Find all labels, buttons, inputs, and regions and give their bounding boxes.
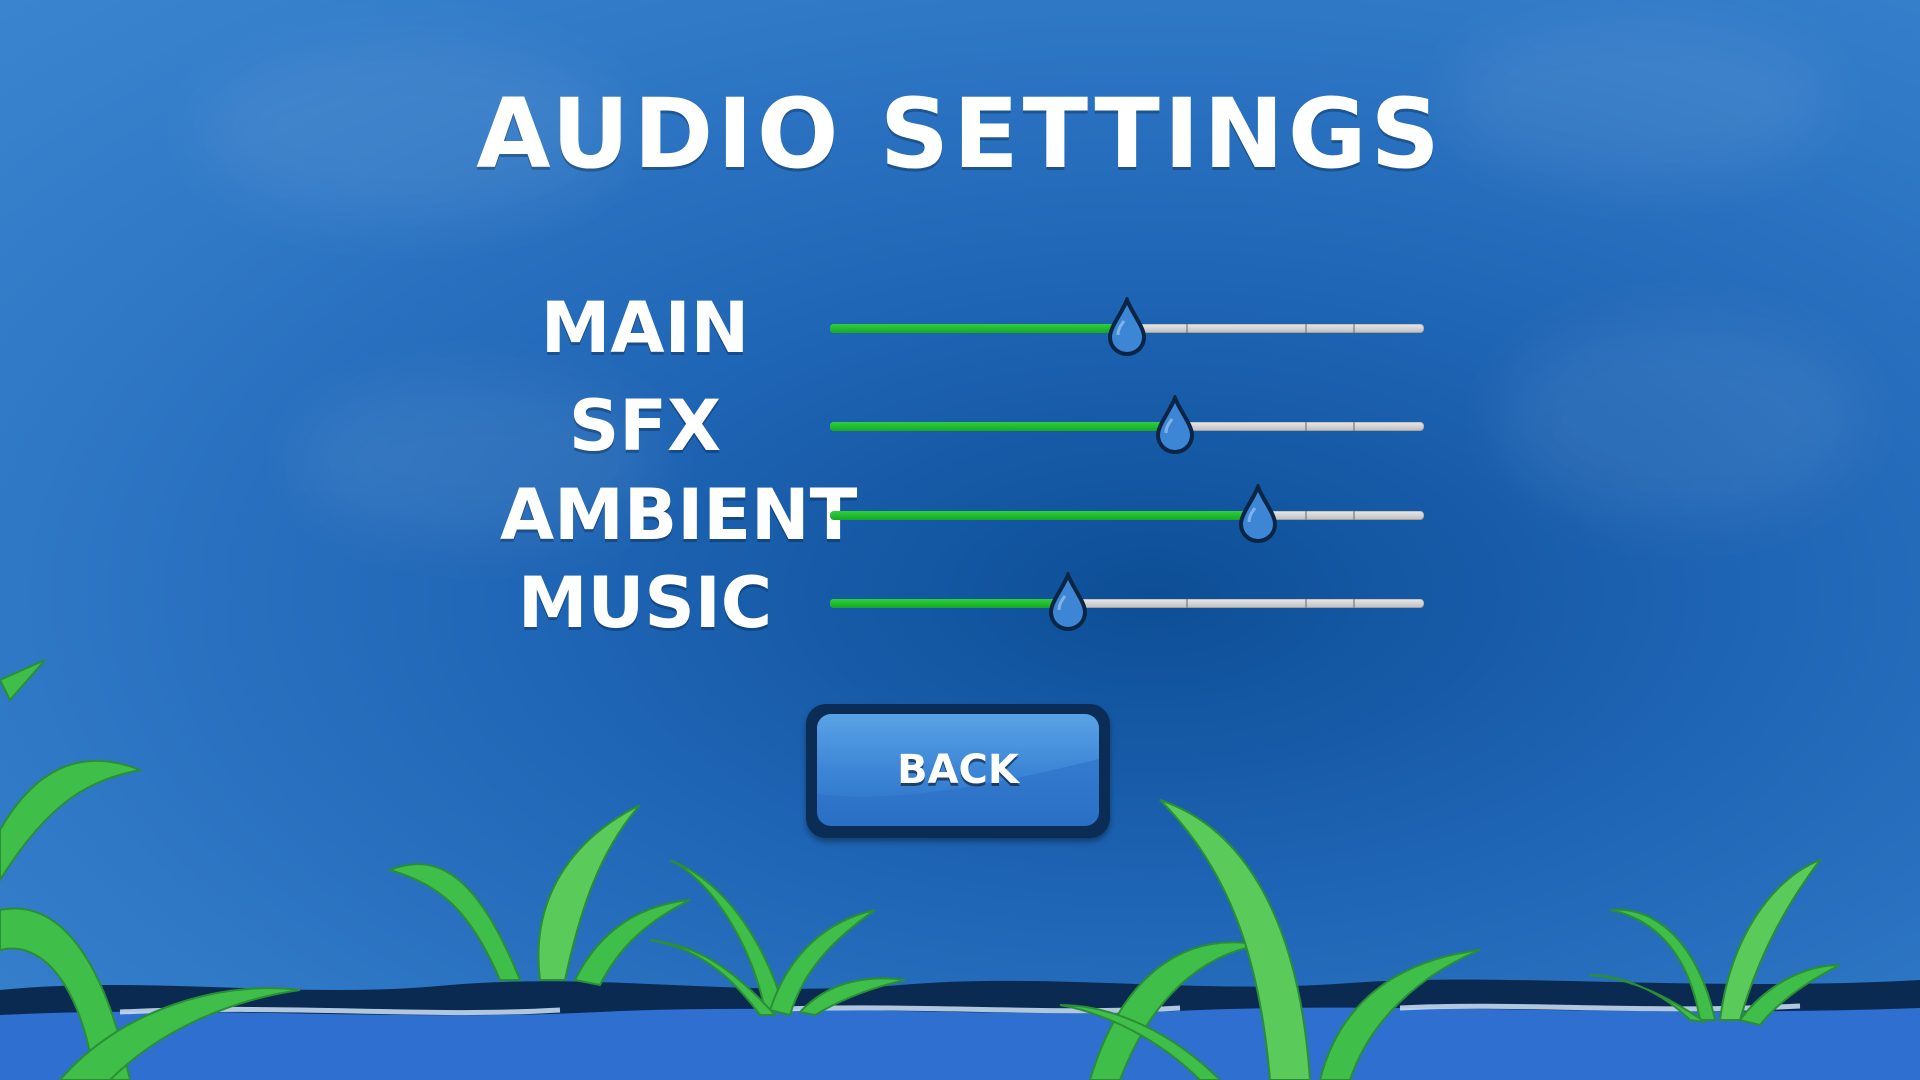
water-drop-handle-icon[interactable]: [1106, 297, 1148, 357]
volume-slider-main[interactable]: [830, 283, 1424, 373]
volume-row-music: MUSIC: [0, 558, 1920, 648]
slider-tick: [1352, 599, 1355, 608]
back-button-label: BACK: [897, 747, 1019, 793]
volume-row-ambient: AMBIENT: [0, 470, 1920, 560]
slider-fill: [830, 422, 1175, 431]
slider-tick: [1305, 511, 1308, 520]
slider-tick: [1352, 511, 1355, 520]
back-button[interactable]: BACK: [806, 704, 1110, 838]
slider-fill: [830, 324, 1127, 333]
volume-label-main: MAIN: [540, 287, 750, 369]
volume-label-ambient: AMBIENT: [500, 474, 858, 556]
slider-tick: [1186, 599, 1189, 608]
page-title: AUDIO SETTINGS: [476, 78, 1444, 190]
slider-tick: [1305, 599, 1308, 608]
slider-fill: [830, 599, 1068, 608]
volume-slider-ambient[interactable]: [830, 470, 1424, 560]
slider-tick: [1186, 324, 1189, 333]
water-drop-handle-icon[interactable]: [1047, 572, 1089, 632]
volume-slider-sfx[interactable]: [830, 381, 1424, 471]
water-drop-handle-icon[interactable]: [1154, 395, 1196, 455]
volume-label-music: MUSIC: [517, 562, 773, 644]
slider-tick: [1352, 422, 1355, 431]
back-button-face: BACK: [817, 714, 1099, 826]
volume-slider-music[interactable]: [830, 558, 1424, 648]
volume-label-sfx: SFX: [568, 385, 722, 467]
volume-row-sfx: SFX: [0, 381, 1920, 471]
water-foreground: [0, 1007, 1920, 1080]
audio-settings-screen: AUDIO SETTINGS MAIN SFX AMBIENT MUSIC BA…: [0, 0, 1920, 1080]
slider-tick: [1305, 324, 1308, 333]
slider-tick: [1305, 422, 1308, 431]
water-drop-handle-icon[interactable]: [1237, 484, 1279, 544]
slider-fill: [830, 511, 1258, 520]
volume-row-main: MAIN: [0, 283, 1920, 373]
slider-tick: [1352, 324, 1355, 333]
